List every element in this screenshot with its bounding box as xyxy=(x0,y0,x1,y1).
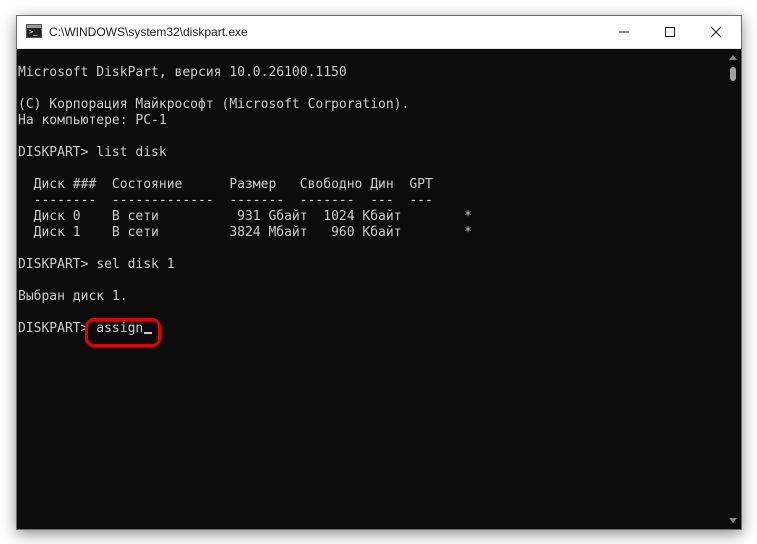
console-icon: >_ xyxy=(26,24,42,38)
minimize-button[interactable] xyxy=(601,16,647,48)
close-button[interactable] xyxy=(693,16,739,48)
console-command-line: DISKPART> list disk xyxy=(18,145,167,160)
scroll-up-icon[interactable] xyxy=(729,55,737,60)
scrollbar-thumb[interactable] xyxy=(730,67,736,81)
scroll-down-icon[interactable] xyxy=(729,518,737,523)
table-row: Диск 1 В сети 3824 Мбайт 960 Кбайт * xyxy=(18,225,472,240)
console-line: На компьютере: PC-1 xyxy=(18,113,167,128)
maximize-button[interactable] xyxy=(647,16,693,48)
title-bar[interactable]: >_ C:\WINDOWS\system32\diskpart.exe xyxy=(17,16,741,49)
table-header: Диск ### Состояние Размер Свободно Дин G… xyxy=(18,177,433,192)
vertical-scrollbar[interactable] xyxy=(725,49,741,529)
close-icon xyxy=(711,27,721,37)
window-title: C:\WINDOWS\system32\diskpart.exe xyxy=(49,25,248,39)
console-window: >_ C:\WINDOWS\system32\diskpart.exe Micr… xyxy=(16,15,742,530)
minimize-icon xyxy=(619,31,629,33)
console-line: (C) Корпорация Майкрософт (Microsoft Cor… xyxy=(18,97,410,112)
table-separator: -------- ------------- ------- ------- -… xyxy=(18,193,433,208)
assign-command-highlight xyxy=(85,318,161,347)
console-command-line: DISKPART> sel disk 1 xyxy=(18,257,175,272)
console-line: Выбран диск 1. xyxy=(18,289,128,304)
maximize-icon xyxy=(665,27,675,37)
console-output[interactable]: Microsoft DiskPart, версия 10.0.26100.11… xyxy=(17,49,725,529)
console-line: Microsoft DiskPart, версия 10.0.26100.11… xyxy=(18,65,347,80)
table-row: Диск 0 В сети 931 Gбайт 1024 Кбайт * xyxy=(18,209,472,224)
